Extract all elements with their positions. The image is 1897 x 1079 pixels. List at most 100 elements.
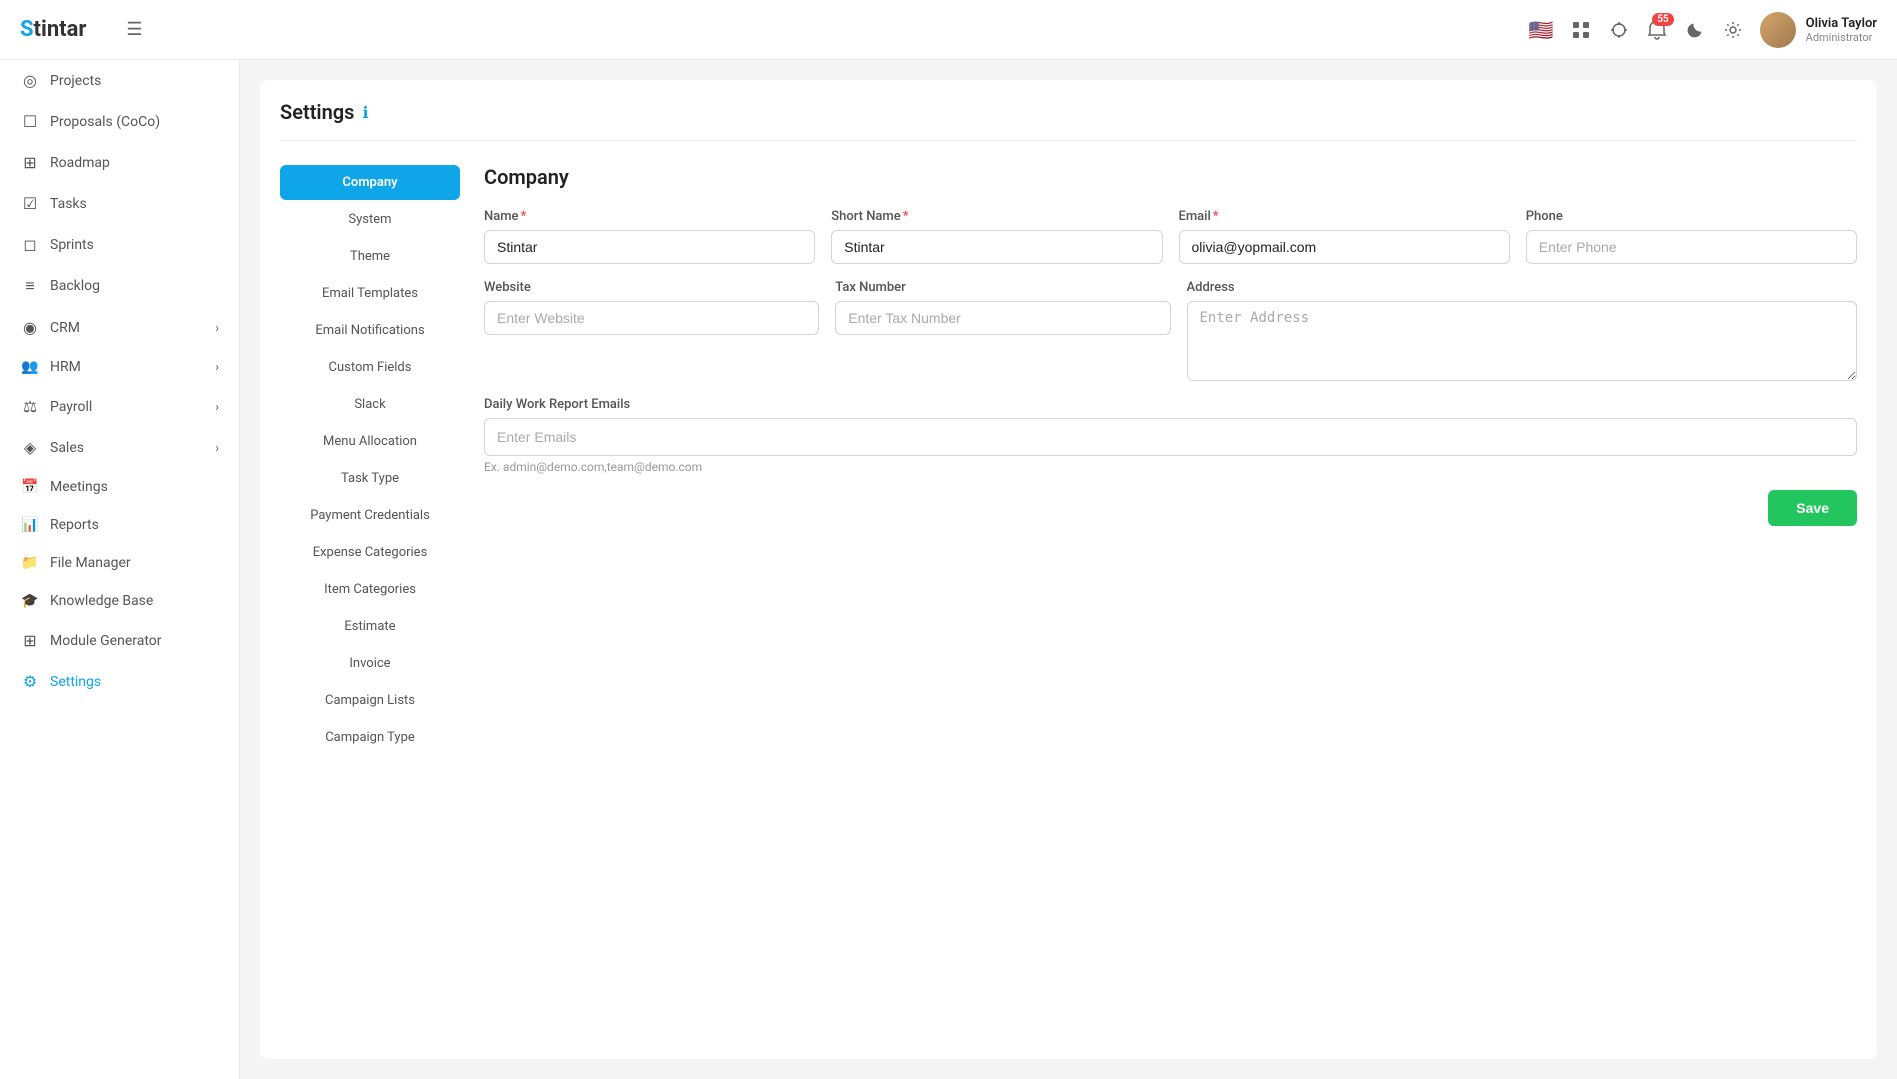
sidebar-item-sprints[interactable]: ◻ Sprints — [0, 224, 239, 265]
reports-icon: 📊 — [20, 517, 40, 533]
sidebar-item-label: Module Generator — [50, 633, 219, 649]
daily-work-email-input[interactable] — [484, 418, 1857, 456]
crosshair-icon[interactable] — [1608, 19, 1630, 41]
form-group-email: Email* — [1179, 209, 1510, 264]
settings-nav-item-categories[interactable]: Item Categories — [280, 572, 460, 607]
name-input[interactable] — [484, 230, 815, 264]
logo-text: Stintar — [20, 17, 86, 42]
sidebar-item-label: Tasks — [50, 196, 219, 212]
sidebar-item-settings[interactable]: ⚙ Settings — [0, 661, 239, 702]
phone-input[interactable] — [1526, 230, 1857, 264]
sidebar-item-sales[interactable]: ◈ Sales › — [0, 427, 239, 468]
settings-icon: ⚙ — [20, 672, 40, 691]
tax-number-input[interactable] — [835, 301, 1170, 335]
payroll-arrow-icon: › — [215, 400, 219, 414]
user-text: Olivia Taylor Administrator — [1806, 16, 1877, 44]
user-info[interactable]: Olivia Taylor Administrator — [1760, 12, 1877, 48]
settings-nav-email-templates[interactable]: Email Templates — [280, 276, 460, 311]
settings-nav-system[interactable]: System — [280, 202, 460, 237]
sidebar-item-label: Sales — [50, 440, 205, 456]
form-group-address: Address — [1187, 280, 1858, 381]
settings-gear-icon[interactable] — [1722, 19, 1744, 41]
phone-label: Phone — [1526, 209, 1857, 224]
settings-nav-theme[interactable]: Theme — [280, 239, 460, 274]
settings-nav-task-type[interactable]: Task Type — [280, 461, 460, 496]
settings-nav-company[interactable]: Company — [280, 165, 460, 200]
info-icon: ℹ — [362, 103, 368, 122]
sidebar-item-tasks[interactable]: ☑ Tasks — [0, 183, 239, 224]
short-name-required: * — [903, 209, 909, 224]
sidebar-item-label: Knowledge Base — [50, 593, 219, 609]
address-textarea[interactable] — [1187, 301, 1858, 381]
form-row-2: Website Tax Number Address — [484, 280, 1857, 381]
sidebar-item-proposals[interactable]: ☐ Proposals (CoCo) — [0, 101, 239, 142]
email-required: * — [1213, 209, 1219, 224]
sidebar-item-label: Payroll — [50, 399, 205, 415]
sidebar-item-projects[interactable]: ◎ Projects — [0, 60, 239, 101]
user-name: Olivia Taylor — [1806, 16, 1877, 31]
settings-nav-estimate[interactable]: Estimate — [280, 609, 460, 644]
sales-icon: ◈ — [20, 438, 40, 457]
sidebar-item-knowledge-base[interactable]: 🎓 Knowledge Base — [0, 582, 239, 620]
settings-nav-invoice[interactable]: Invoice — [280, 646, 460, 681]
meetings-icon: 📅 — [20, 479, 40, 495]
settings-nav-menu-allocation[interactable]: Menu Allocation — [280, 424, 460, 459]
settings-nav-expense-categories[interactable]: Expense Categories — [280, 535, 460, 570]
sidebar-item-hrm[interactable]: 👥 HRM › — [0, 348, 239, 386]
settings-nav-payment-credentials[interactable]: Payment Credentials — [280, 498, 460, 533]
sidebar-item-backlog[interactable]: ≡ Backlog — [0, 265, 239, 307]
sales-arrow-icon: › — [215, 441, 219, 455]
website-input[interactable] — [484, 301, 819, 335]
name-required: * — [521, 209, 527, 224]
address-label: Address — [1187, 280, 1858, 295]
sidebar-item-label: Projects — [50, 73, 219, 89]
daily-email-group: Daily Work Report Emails Ex. admin@demo.… — [484, 397, 1857, 474]
sidebar-item-label: Reports — [50, 517, 219, 533]
settings-nav-email-notifications[interactable]: Email Notifications — [280, 313, 460, 348]
sidebar-item-label: Backlog — [50, 278, 219, 294]
settings-nav-campaign-type[interactable]: Campaign Type — [280, 720, 460, 755]
short-name-input[interactable] — [831, 230, 1162, 264]
sidebar-item-label: Roadmap — [50, 155, 219, 171]
sidebar-item-file-manager[interactable]: 📁 File Manager — [0, 544, 239, 582]
top-header: Stintar ☰ 🇺🇸 55 Olivia — [0, 0, 1897, 60]
hamburger-button[interactable]: ☰ — [126, 19, 142, 40]
settings-nav: Company System Theme Email Templates Ema… — [280, 165, 460, 757]
page-wrapper: Settings ℹ Company System Theme Email Te… — [260, 80, 1877, 1059]
website-label: Website — [484, 280, 819, 295]
sprints-icon: ◻ — [20, 235, 40, 254]
settings-title: Settings — [280, 100, 354, 124]
email-input[interactable] — [1179, 230, 1510, 264]
notification-wrapper[interactable]: 55 — [1646, 19, 1668, 41]
file-manager-icon: 📁 — [20, 555, 40, 571]
sidebar-item-crm[interactable]: ◉ CRM › — [0, 307, 239, 348]
daily-work-label: Daily Work Report Emails — [484, 397, 1857, 412]
settings-nav-custom-fields[interactable]: Custom Fields — [280, 350, 460, 385]
header-left: Stintar ☰ — [20, 17, 143, 42]
sidebar-item-module-generator[interactable]: ⊞ Module Generator — [0, 620, 239, 661]
sidebar-item-meetings[interactable]: 📅 Meetings — [0, 468, 239, 506]
form-actions: Save — [484, 490, 1857, 526]
user-role: Administrator — [1806, 31, 1877, 44]
sidebar-item-label: Proposals (CoCo) — [50, 114, 219, 130]
notification-badge: 55 — [1652, 13, 1673, 26]
save-button[interactable]: Save — [1768, 490, 1857, 526]
short-name-label: Short Name* — [831, 209, 1162, 224]
form-group-name: Name* — [484, 209, 815, 264]
settings-nav-campaign-lists[interactable]: Campaign Lists — [280, 683, 460, 718]
settings-nav-slack[interactable]: Slack — [280, 387, 460, 422]
sidebar-item-roadmap[interactable]: ⊞ Roadmap — [0, 142, 239, 183]
crm-arrow-icon: › — [215, 321, 219, 335]
logo: Stintar — [20, 17, 86, 42]
module-generator-icon: ⊞ — [20, 631, 40, 650]
sidebar-item-label: HRM — [50, 359, 205, 375]
tax-number-label: Tax Number — [835, 280, 1170, 295]
sidebar-item-label: File Manager — [50, 555, 219, 571]
grid-icon[interactable] — [1570, 19, 1592, 41]
email-label: Email* — [1179, 209, 1510, 224]
hrm-arrow-icon: › — [215, 360, 219, 374]
sidebar-item-reports[interactable]: 📊 Reports — [0, 506, 239, 544]
tasks-icon: ☑ — [20, 194, 40, 213]
sidebar-item-payroll[interactable]: ⚖ Payroll › — [0, 386, 239, 427]
dark-mode-icon[interactable] — [1684, 19, 1706, 41]
